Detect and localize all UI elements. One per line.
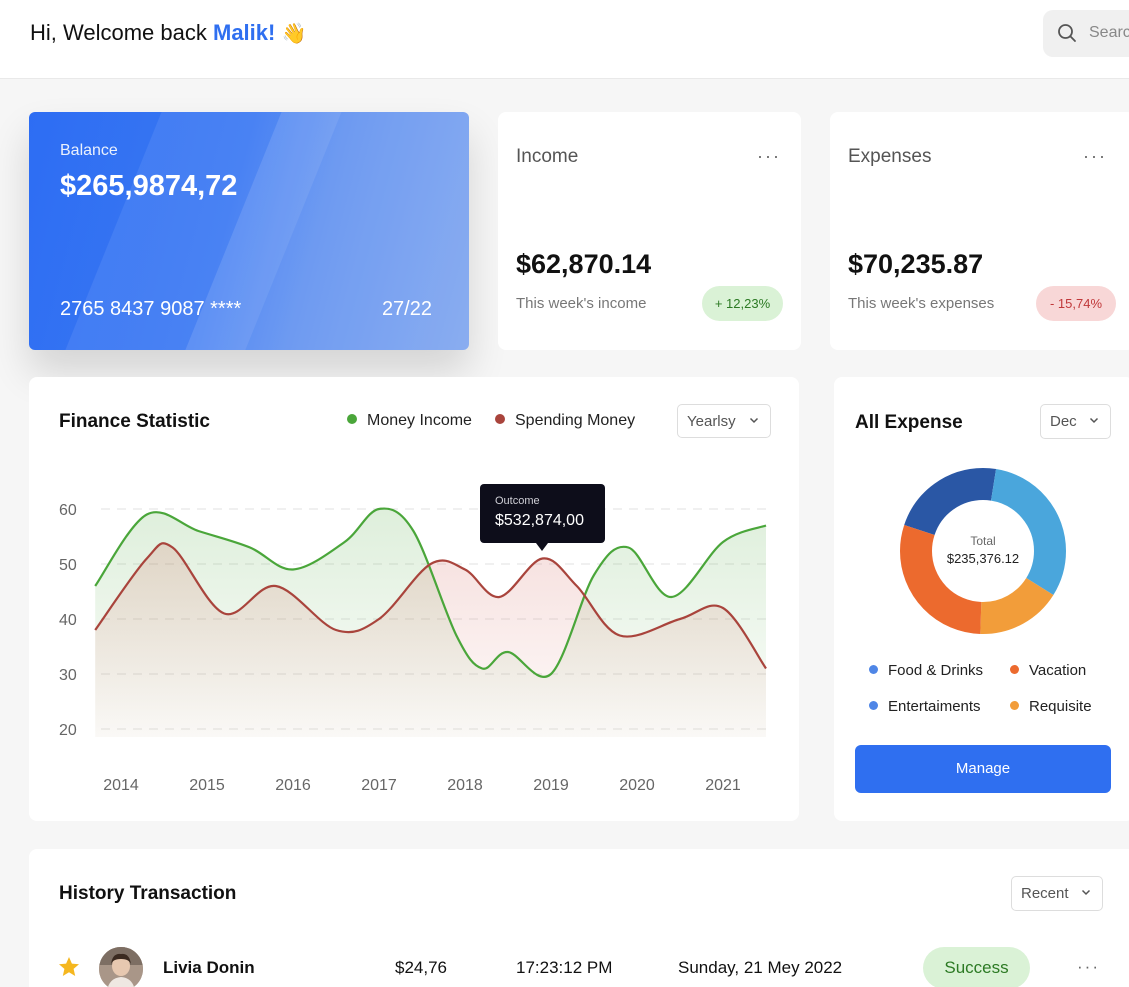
x-tick-label: 2014 [103, 777, 139, 794]
transaction-time: 17:23:12 PM [516, 958, 613, 977]
x-tick-label: 2015 [189, 777, 225, 794]
legend-dot [869, 701, 878, 710]
more-icon[interactable]: ··· [1083, 146, 1107, 167]
y-tick-label: 20 [59, 722, 77, 739]
legend-vacation: Vacation [1010, 662, 1086, 679]
chevron-down-icon [1089, 417, 1099, 424]
search-input[interactable]: Search [1043, 10, 1129, 57]
finance-statistic-panel: 20 30 40 50 60 2014 2015 2016 2017 2018 2019 2020 20… [29, 377, 799, 821]
y-tick-label: 40 [59, 612, 77, 629]
manage-button[interactable]: Manage [855, 745, 1111, 793]
income-amount: $62,870.14 [516, 249, 652, 279]
month-select-value: Dec [1050, 413, 1077, 430]
balance-amount: $265,9874,72 [60, 170, 238, 202]
x-tick-label: 2017 [361, 777, 397, 794]
income-caption: This week's income [516, 295, 647, 312]
legend-label: Spending Money [515, 412, 636, 429]
expenses-card: Expenses ··· $70,235.87 This week's expe… [830, 112, 1129, 350]
chart-tooltip: Outcome $532,874,00 [480, 484, 605, 551]
transaction-date: Sunday, 21 Mey 2022 [678, 958, 843, 977]
x-tick-label: 2016 [275, 777, 311, 794]
legend-label: Requisite [1029, 698, 1092, 715]
x-tick-label: 2019 [533, 777, 569, 794]
recent-select-value: Recent [1021, 885, 1069, 902]
tooltip-value: $532,874,00 [495, 512, 584, 529]
tooltip-label: Outcome [495, 495, 540, 507]
period-select-value: Yearlsy [687, 413, 736, 430]
top-bar: Hi, Welcome back Malik! 👋 Search [0, 0, 1129, 79]
income-change-badge: + 12,23% [702, 286, 783, 321]
y-tick-label: 60 [59, 502, 77, 519]
status-badge: Success [923, 947, 1030, 987]
expenses-caption: This week's expenses [848, 295, 995, 312]
expenses-change-badge: - 15,74% [1036, 286, 1116, 321]
legend-dot [1010, 665, 1019, 674]
all-expense-panel: All Expense Dec Total $235,376.12 Food &… [834, 377, 1129, 821]
balance-card[interactable]: Balance $265,9874,72 2765 8437 9087 ****… [29, 112, 469, 350]
history-title: History Transaction [59, 883, 237, 904]
x-tick-label: 2018 [447, 777, 483, 794]
chevron-down-icon [1081, 889, 1091, 896]
search-placeholder: Search [1089, 24, 1129, 41]
finance-statistic-title: Finance Statistic [59, 411, 210, 432]
legend-label: Vacation [1029, 662, 1087, 679]
table-row[interactable]: Livia Donin $24,76 17:23:12 PM Sunday, 2… [29, 947, 1129, 987]
card-expiry: 27/22 [381, 298, 432, 320]
y-tick-label: 30 [59, 667, 77, 684]
x-tick-label: 2020 [619, 777, 655, 794]
greeting: Hi, Welcome back Malik! 👋 [30, 20, 306, 46]
wave-icon: 👋 [281, 23, 307, 45]
income-card: Income ··· $62,870.14 This week's income… [498, 112, 801, 350]
legend-dot [869, 665, 878, 674]
avatar [99, 947, 143, 987]
donut-total-value: $235,376.12 [946, 551, 1020, 566]
search-icon [1058, 24, 1076, 42]
history-transaction-panel: History Transaction Recent Livia Donin $… [29, 849, 1129, 987]
legend-requisite: Requisite [1010, 698, 1092, 715]
more-icon[interactable]: ··· [757, 146, 781, 167]
balance-label: Balance [60, 142, 118, 159]
chevron-down-icon [749, 417, 759, 424]
legend-food-drinks: Food & Drinks [869, 662, 983, 679]
legend-dot [495, 414, 505, 424]
x-tick-label: 2021 [705, 777, 741, 794]
month-select[interactable]: Dec [1040, 404, 1111, 439]
legend-label: Entertaiments [888, 698, 981, 715]
more-icon[interactable]: ··· [1077, 957, 1100, 977]
finance-chart: 20 30 40 50 60 2014 2015 2016 2017 2018 2019 2020 20… [59, 484, 769, 794]
legend-entertaiments: Entertaiments [869, 698, 981, 715]
recent-select[interactable]: Recent [1011, 876, 1103, 911]
expenses-title: Expenses [848, 146, 932, 167]
legend-label: Food & Drinks [888, 662, 984, 679]
legend-dot [1010, 701, 1019, 710]
legend-dot [347, 414, 357, 424]
donut-total-label: Total [970, 534, 996, 548]
legend-money-income: Money Income [347, 412, 472, 430]
user-name: Malik! [213, 20, 276, 45]
expenses-amount: $70,235.87 [848, 249, 984, 279]
star-icon[interactable] [57, 955, 81, 979]
transaction-amount: $24,76 [395, 958, 447, 977]
legend-spending-money: Spending Money [495, 412, 635, 430]
income-title: Income [516, 146, 579, 167]
period-select[interactable]: Yearlsy [677, 404, 771, 438]
y-tick-label: 50 [59, 557, 77, 574]
greeting-text: Hi, Welcome back [30, 20, 207, 45]
all-expense-title: All Expense [855, 412, 963, 433]
transaction-name: Livia Donin [163, 958, 255, 977]
legend-label: Money Income [367, 412, 472, 429]
card-number: 2765 8437 9087 **** [60, 298, 242, 320]
